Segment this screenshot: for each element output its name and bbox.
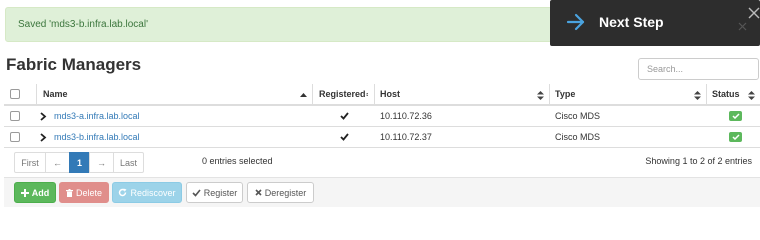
entries-summary: Showing 1 to 2 of 2 entries — [645, 156, 752, 166]
row-checkbox-cell — [4, 127, 37, 147]
fabric-manager-link[interactable]: mds3-a.infra.lab.local — [54, 111, 140, 121]
table-header: Name Registered Host Type Status — [4, 84, 760, 106]
column-header-name[interactable]: Name — [37, 84, 313, 104]
column-header-type[interactable]: Type — [550, 84, 707, 104]
chevron-right-icon[interactable] — [39, 132, 47, 142]
selection-count: 0 entries selected — [202, 156, 273, 166]
status-ok-badge — [729, 132, 742, 142]
success-alert: Saved 'mds3-b.infra.lab.local' — [5, 7, 610, 42]
deregister-button[interactable]: Deregister — [247, 182, 314, 203]
close-icon[interactable] — [748, 7, 760, 19]
delete-button-label: Delete — [75, 187, 102, 198]
host-cell: 10.110.72.37 — [380, 132, 432, 142]
row-checkbox-cell — [4, 106, 37, 126]
host-cell: 10.110.72.36 — [380, 111, 432, 121]
rediscover-button[interactable]: Rediscover — [112, 182, 182, 203]
select-all-checkbox[interactable] — [10, 89, 20, 99]
sort-asc-icon — [300, 93, 307, 97]
add-button[interactable]: Add — [14, 182, 56, 203]
column-label-type: Type — [555, 89, 576, 99]
column-header-registered[interactable]: Registered — [313, 84, 375, 104]
trash-icon — [65, 188, 73, 197]
refresh-icon — [119, 188, 127, 197]
checkmark-icon — [192, 188, 201, 197]
deregister-button-label: Deregister — [264, 187, 307, 198]
type-cell: Cisco MDS — [555, 132, 601, 142]
row-checkbox[interactable] — [10, 111, 20, 121]
type-cell: Cisco MDS — [555, 111, 601, 121]
table-row[interactable]: mds3-a.infra.lab.local 10.110.72.36 Cisc… — [4, 106, 760, 127]
pagination-first[interactable]: First — [14, 152, 46, 173]
column-label-status: Status — [712, 89, 740, 99]
next-step-panel[interactable]: Next Step — [550, 0, 760, 46]
close-icon — [255, 189, 262, 196]
column-header-host[interactable]: Host — [375, 84, 550, 104]
checkmark-icon — [731, 134, 740, 140]
checkmark-icon — [339, 112, 349, 120]
plus-icon — [20, 188, 29, 197]
page-title: Fabric Managers — [6, 55, 142, 74]
arrow-right-icon — [566, 13, 585, 31]
name-cell: mds3-a.infra.lab.local — [37, 106, 313, 126]
registered-cell — [313, 106, 375, 126]
register-button[interactable]: Register — [186, 182, 243, 203]
registered-cell — [313, 127, 375, 147]
alert-message: Saved 'mds3-b.infra.lab.local' — [18, 19, 148, 30]
pagination-next[interactable]: → — [89, 152, 114, 173]
fabric-manager-link[interactable]: mds3-b.infra.lab.local — [54, 132, 140, 142]
sort-icon — [748, 91, 755, 100]
search-input[interactable] — [638, 58, 759, 80]
checkmark-icon — [339, 133, 349, 141]
header-checkbox-cell — [4, 84, 37, 104]
delete-button[interactable]: Delete — [59, 182, 109, 203]
checkmark-icon — [731, 113, 740, 119]
next-step-label: Next Step — [599, 14, 664, 30]
table-row[interactable]: mds3-b.infra.lab.local 10.110.72.37 Cisc… — [4, 127, 760, 148]
column-header-status[interactable]: Status — [707, 84, 760, 104]
sort-icon — [365, 92, 368, 96]
pagination: First ← 1 → Last — [14, 152, 144, 173]
add-button-label: Add — [31, 187, 50, 198]
rediscover-button-label: Rediscover — [130, 187, 176, 198]
dismiss-icon[interactable] — [738, 22, 747, 31]
status-ok-badge — [729, 111, 742, 121]
status-cell — [707, 127, 760, 147]
name-cell: mds3-b.infra.lab.local — [37, 127, 313, 147]
pagination-last[interactable]: Last — [113, 152, 144, 173]
pagination-prev[interactable]: ← — [45, 152, 70, 173]
row-checkbox[interactable] — [10, 132, 20, 142]
column-label-host: Host — [380, 89, 400, 99]
register-button-label: Register — [203, 187, 238, 198]
sort-icon — [537, 91, 544, 100]
column-label-name: Name — [43, 89, 68, 99]
chevron-right-icon[interactable] — [39, 111, 47, 121]
action-toolbar: Add Delete Rediscover Register Deregiste… — [4, 177, 760, 207]
status-cell — [707, 106, 760, 126]
pagination-page-1[interactable]: 1 — [69, 152, 90, 173]
column-label-registered: Registered — [319, 89, 366, 99]
sort-icon — [694, 91, 701, 100]
